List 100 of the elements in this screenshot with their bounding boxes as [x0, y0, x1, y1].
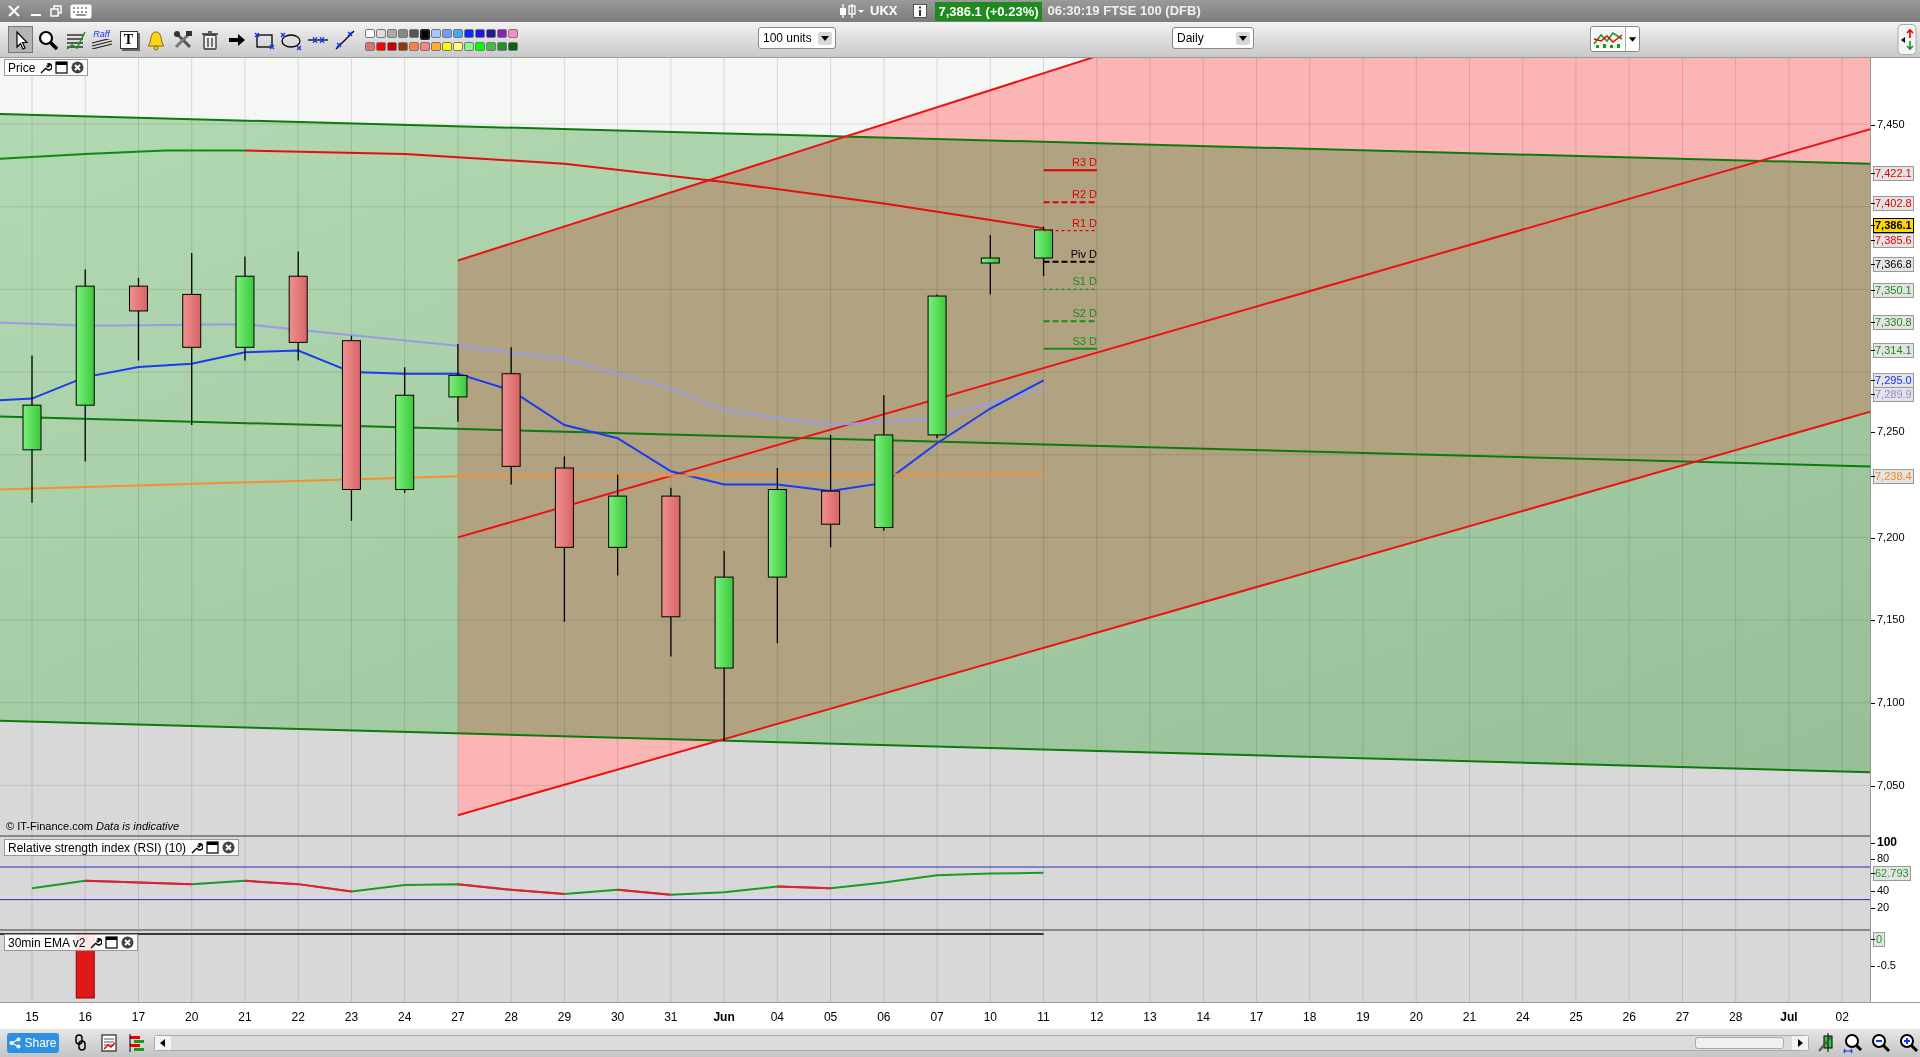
pivot-label: S2 D [1072, 308, 1097, 320]
color-swatch[interactable] [420, 28, 430, 40]
date-label: 28 [1728, 1009, 1744, 1026]
date-label: 05 [822, 1009, 839, 1026]
indicators-icon[interactable] [1591, 27, 1625, 51]
axis-label: 7,050 [1877, 779, 1905, 792]
color-swatch[interactable] [464, 28, 474, 38]
date-label: 10 [982, 1009, 998, 1026]
caret-icon[interactable] [818, 31, 832, 45]
price-marker: 7,422.1 [1873, 166, 1914, 181]
report-icon[interactable] [101, 1034, 117, 1052]
caret-icon[interactable] [1236, 31, 1250, 45]
wrench-icon[interactable] [190, 841, 204, 854]
color-swatch[interactable] [497, 41, 507, 51]
date-label: 07 [929, 1009, 945, 1026]
bars-icon[interactable] [128, 1034, 146, 1052]
color-swatch[interactable] [453, 41, 463, 51]
date-label: 23 [343, 1009, 360, 1026]
color-swatch[interactable] [497, 28, 507, 38]
axis-label: 40 [1877, 884, 1890, 898]
price-marker: 7,314.1 [1873, 343, 1914, 358]
color-swatch[interactable] [387, 28, 397, 38]
instrument-info: 06:30:19 FTSE 100 (DFB) [1047, 2, 1201, 21]
window-icon[interactable] [55, 61, 69, 74]
panel-title: 30min EMA v2 [8, 934, 86, 952]
color-swatch[interactable] [442, 28, 452, 38]
color-swatch[interactable] [453, 28, 463, 38]
price-marker: 7,402.8 [1873, 196, 1914, 211]
price-marker: 7,386.1 [1873, 218, 1914, 233]
date-label: 06 [876, 1009, 892, 1026]
chart-settings-icon[interactable] [1817, 1033, 1835, 1053]
zoom-in-icon[interactable] [1899, 1033, 1919, 1053]
price-marker: 7,350.1 [1873, 283, 1914, 298]
candlestick [980, 234, 1000, 296]
date-label: 19 [1355, 1009, 1371, 1026]
color-swatch[interactable] [420, 41, 430, 51]
caret-icon[interactable] [1625, 27, 1639, 51]
ema-reading: 0 [1873, 932, 1886, 947]
color-swatch[interactable] [486, 28, 496, 38]
scroll-right-icon[interactable] [1792, 1036, 1808, 1050]
candlestick [1034, 226, 1054, 277]
axis-label: 7,450 [1877, 118, 1905, 131]
candlestick-icon[interactable] [838, 3, 864, 19]
color-swatch[interactable] [409, 28, 419, 38]
restore-icon[interactable] [50, 5, 62, 17]
date-label: 21 [237, 1009, 253, 1026]
price-marker: 7,385.6 [1873, 233, 1914, 248]
color-swatch[interactable] [365, 41, 375, 51]
date-label: 30 [609, 1009, 626, 1026]
axis-label: 20 [1877, 900, 1890, 914]
scroll-left-icon[interactable] [155, 1036, 171, 1050]
color-swatch[interactable] [486, 41, 496, 51]
pivot-label: R1 D [1071, 217, 1097, 229]
zoom-fit-icon[interactable] [1843, 1033, 1863, 1053]
share-icon[interactable] [9, 1037, 22, 1049]
axis-label: 7,250 [1877, 425, 1905, 438]
close-icon[interactable] [121, 936, 135, 949]
color-swatch[interactable] [376, 28, 386, 38]
window-icon[interactable] [206, 841, 220, 854]
keyboard-icon[interactable] [70, 3, 92, 19]
wrench-icon[interactable] [89, 936, 103, 949]
color-swatch[interactable] [376, 41, 386, 51]
color-swatch[interactable] [475, 28, 485, 38]
axis-label: 7,150 [1877, 613, 1905, 626]
color-swatch[interactable] [508, 28, 518, 38]
scrollbar[interactable] [154, 1035, 1809, 1051]
date-label: 26 [1621, 1009, 1637, 1026]
window-icon[interactable] [105, 936, 119, 949]
zoom-out-icon[interactable] [1871, 1033, 1891, 1053]
color-swatch[interactable] [409, 41, 419, 51]
color-swatch[interactable] [365, 28, 375, 38]
date-label: 22 [290, 1009, 306, 1026]
date-label: 18 [1302, 1009, 1318, 1026]
color-swatch[interactable] [398, 41, 408, 51]
close-icon[interactable] [71, 61, 85, 74]
date-label: 16 [77, 1009, 93, 1026]
info-icon[interactable] [913, 4, 928, 18]
date-label: 15 [24, 1009, 40, 1026]
dropdown[interactable]: 100 units [758, 27, 836, 49]
close-icon[interactable] [222, 841, 236, 854]
wrench-icon[interactable] [39, 61, 53, 74]
link-icon[interactable] [73, 1034, 89, 1052]
color-swatch[interactable] [431, 28, 441, 38]
scroll-thumb[interactable] [1695, 1037, 1784, 1049]
pivot-label: R3 D [1071, 157, 1097, 169]
axis-label: 80 [1877, 851, 1890, 865]
color-swatch[interactable] [464, 41, 474, 51]
date-label: 20 [184, 1009, 200, 1026]
color-swatch[interactable] [442, 41, 452, 51]
date-label: 04 [769, 1009, 786, 1026]
color-swatch[interactable] [431, 41, 441, 51]
color-swatch[interactable] [475, 41, 485, 51]
rsi-reading: 62.793 [1873, 865, 1911, 881]
date-label: 31 [663, 1009, 679, 1026]
dropdown[interactable]: Daily [1172, 27, 1254, 49]
toggle-panel-icon[interactable] [1897, 24, 1917, 55]
color-swatch[interactable] [387, 41, 397, 51]
color-swatch[interactable] [398, 28, 408, 38]
color-swatch[interactable] [508, 41, 518, 51]
pivot-label: Piv D [1070, 248, 1097, 260]
